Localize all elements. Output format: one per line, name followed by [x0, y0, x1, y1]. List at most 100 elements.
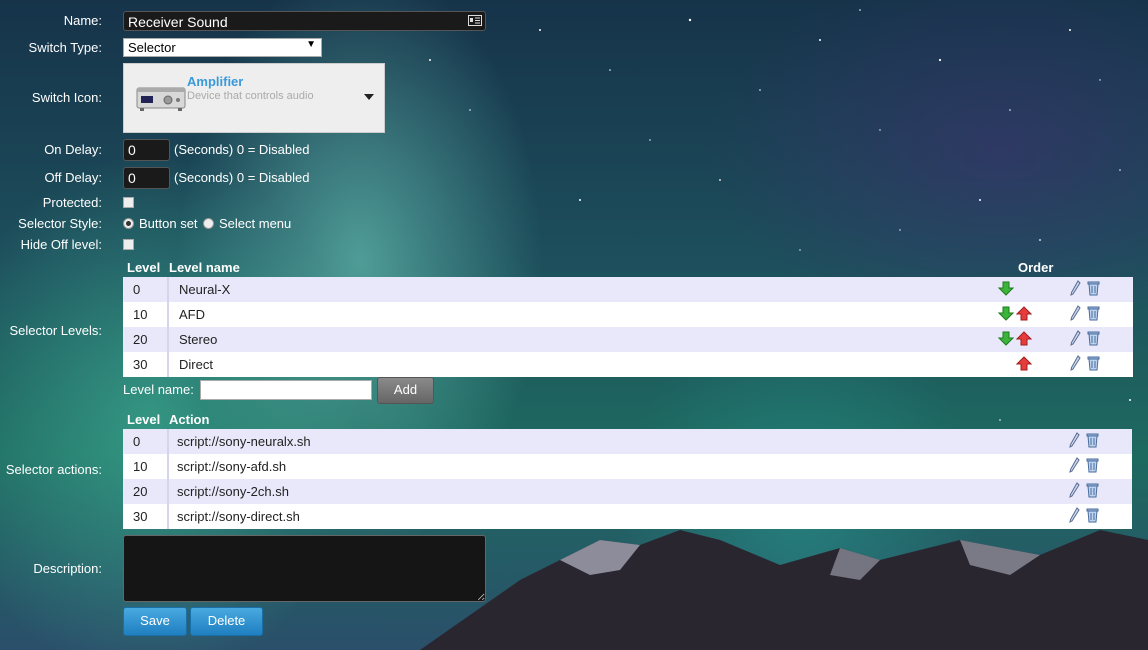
description-textarea[interactable] — [123, 535, 486, 602]
actions-row: 0 script://sony-neuralx.sh — [123, 429, 1132, 454]
edit-pencil-icon[interactable] — [1069, 432, 1080, 451]
level-name: Neural-X — [168, 277, 994, 302]
action-level-value: 30 — [123, 504, 169, 529]
edit-pencil-icon[interactable] — [1069, 457, 1080, 476]
move-down-icon[interactable] — [997, 306, 1016, 324]
delete-trash-icon[interactable] — [1086, 508, 1099, 526]
level-name: Direct — [168, 352, 994, 377]
actions-row: 20 script://sony-2ch.sh — [123, 479, 1132, 504]
selector-actions-label: Selector actions: — [5, 462, 102, 477]
off-delay-value: 0 — [128, 170, 136, 186]
selector-levels-label: Selector Levels: — [9, 323, 103, 338]
edit-pencil-icon[interactable] — [1070, 305, 1081, 324]
edit-pencil-icon[interactable] — [1070, 355, 1081, 374]
delete-trash-icon[interactable] — [1087, 281, 1100, 299]
delete-trash-icon[interactable] — [1087, 331, 1100, 349]
delete-button[interactable]: Delete — [190, 607, 263, 636]
order-cell — [994, 327, 1069, 352]
action-actions-cell — [1068, 429, 1132, 454]
description-label: Description: — [33, 561, 102, 576]
action-script: script://sony-neuralx.sh — [168, 429, 1068, 454]
dropdown-arrow-icon: ▼ — [306, 39, 316, 50]
levels-col-order: Order — [1018, 260, 1054, 275]
delete-trash-icon[interactable] — [1086, 483, 1099, 501]
hide-off-level-label: Hide Off level: — [20, 237, 102, 252]
delete-trash-icon[interactable] — [1086, 458, 1099, 476]
switch-icon-label: Switch Icon: — [31, 90, 102, 105]
edit-pencil-icon[interactable] — [1069, 507, 1080, 526]
action-actions-cell — [1068, 479, 1132, 504]
name-label: Name: — [63, 13, 102, 28]
action-script: script://sony-direct.sh — [168, 504, 1068, 529]
level-actions-cell — [1069, 327, 1133, 352]
move-up-icon[interactable] — [1015, 355, 1034, 374]
on-delay-value: 0 — [128, 142, 136, 158]
switch-icon-select[interactable]: Amplifier Device that controls audio — [123, 63, 385, 133]
on-delay-label: On Delay: — [44, 142, 102, 157]
add-level-button[interactable]: Add — [377, 377, 434, 404]
level-actions-cell — [1069, 302, 1133, 327]
delete-trash-icon[interactable] — [1086, 433, 1099, 451]
select-menu-label: Select menu — [219, 216, 292, 231]
action-actions-cell — [1068, 504, 1132, 529]
order-cell — [994, 352, 1069, 377]
levels-row: 20 Stereo — [123, 327, 1133, 352]
move-up-icon[interactable] — [1015, 305, 1034, 324]
actions-col-level: Level — [127, 412, 161, 427]
move-down-icon[interactable] — [997, 281, 1016, 299]
level-actions-cell — [1069, 277, 1133, 302]
delete-trash-icon[interactable] — [1087, 356, 1100, 374]
actions-row: 10 script://sony-afd.sh — [123, 454, 1132, 479]
hide-off-level-checkbox[interactable] — [123, 239, 134, 250]
levels-col-level: Level — [127, 260, 161, 275]
level-name-label: Level name: — [123, 382, 194, 397]
action-script: script://sony-afd.sh — [168, 454, 1068, 479]
selector-style-label: Selector Style: — [18, 216, 102, 231]
button-set-radio[interactable] — [123, 218, 134, 229]
switch-type-label: Switch Type: — [28, 40, 102, 55]
icon-title: Amplifier — [187, 74, 244, 89]
off-delay-hint: (Seconds) 0 = Disabled — [174, 170, 310, 185]
action-level-value: 10 — [123, 454, 169, 479]
level-name-input[interactable] — [200, 380, 372, 400]
move-up-icon[interactable] — [1015, 330, 1034, 349]
edit-pencil-icon[interactable] — [1069, 482, 1080, 501]
protected-checkbox[interactable] — [123, 197, 134, 208]
edit-pencil-icon[interactable] — [1070, 280, 1081, 299]
caret-down-icon — [364, 94, 374, 100]
level-value: 30 — [123, 352, 169, 377]
actions-table: 0 script://sony-neuralx.sh 10 script://sony… — [123, 429, 1133, 529]
name-input[interactable]: Receiver Sound — [123, 11, 486, 31]
action-level-value: 0 — [123, 429, 169, 454]
select-menu-radio[interactable] — [203, 218, 214, 229]
action-level-value: 20 — [123, 479, 169, 504]
protected-label: Protected: — [42, 195, 102, 210]
actions-col-action: Action — [169, 412, 210, 427]
level-actions-cell — [1069, 352, 1133, 377]
switch-type-select[interactable]: Selector ▼ — [123, 38, 322, 57]
edit-pencil-icon[interactable] — [1070, 330, 1081, 349]
level-value: 0 — [123, 277, 169, 302]
delete-trash-icon[interactable] — [1087, 306, 1100, 324]
on-delay-hint: (Seconds) 0 = Disabled — [174, 142, 310, 157]
save-button[interactable]: Save — [123, 607, 187, 636]
level-value: 20 — [123, 327, 169, 352]
levels-row: 10 AFD — [123, 302, 1133, 327]
level-name: AFD — [168, 302, 994, 327]
action-script: script://sony-2ch.sh — [168, 479, 1068, 504]
off-delay-input[interactable]: 0 — [123, 167, 170, 189]
order-cell — [994, 302, 1069, 327]
levels-col-name: Level name — [169, 260, 240, 275]
button-set-label: Button set — [139, 216, 198, 231]
name-value: Receiver Sound — [128, 14, 228, 30]
move-down-icon[interactable] — [997, 331, 1016, 349]
order-cell — [994, 277, 1069, 302]
switch-type-value: Selector — [128, 40, 176, 55]
levels-row: 0 Neural-X — [123, 277, 1133, 302]
level-name: Stereo — [168, 327, 994, 352]
levels-table: 0 Neural-X 10 AFD 20 Stereo 30 Direct — [123, 277, 1133, 377]
contact-card-icon — [468, 15, 482, 26]
on-delay-input[interactable]: 0 — [123, 139, 170, 161]
icon-description: Device that controls audio — [187, 90, 314, 102]
action-actions-cell — [1068, 454, 1132, 479]
